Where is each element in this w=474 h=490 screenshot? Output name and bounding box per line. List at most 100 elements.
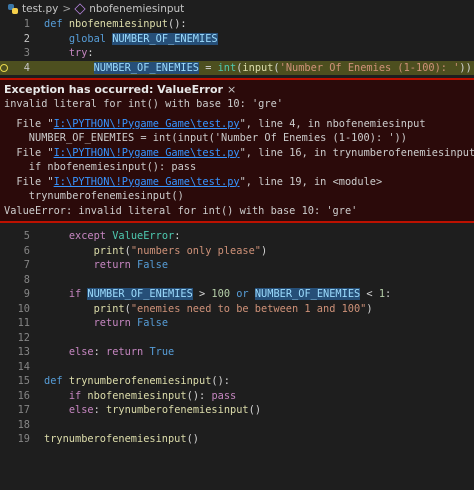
code-line-19[interactable]: 19 trynumberofenemiesinput()	[0, 432, 474, 447]
traceback-code-3: trynumberofenemiesinput()	[4, 190, 184, 202]
code-line-1[interactable]: 1 def nbofenemiesinput():	[0, 17, 474, 32]
exception-widget: Exception has occurred: ValueError × inv…	[0, 78, 474, 223]
breadcrumb-separator: >	[62, 2, 72, 15]
gutter: 16	[0, 389, 44, 404]
builtin-print: print	[93, 244, 125, 257]
builtin-input: input	[242, 61, 274, 74]
class-name: ValueError	[112, 230, 175, 242]
code-line-15[interactable]: 15 def trynumberofenemiesinput():	[0, 374, 474, 389]
line-number: 12	[17, 331, 30, 344]
code-line-3[interactable]: 3 try:	[0, 46, 474, 61]
breadcrumb-symbol[interactable]: nbofenemiesinput	[89, 3, 184, 15]
gutter: 12	[0, 331, 44, 346]
breakpoint-icon[interactable]	[0, 63, 8, 72]
code-line-9[interactable]: 9 if NUMBER_OF_ENEMIES > 100 or NUMBER_O…	[0, 287, 474, 302]
number-literal: 100	[211, 288, 231, 300]
function-name: trynumberofenemiesinput	[68, 375, 212, 387]
gutter: 10	[0, 302, 44, 317]
keyword-or: or	[236, 288, 249, 300]
line-number: 6	[23, 244, 30, 257]
code-line-16[interactable]: 16 if nbofenemiesinput(): pass	[0, 389, 474, 404]
punct: ))	[459, 61, 472, 74]
keyword-global: global	[68, 32, 107, 45]
code-line-5[interactable]: 5 except ValueError:	[0, 229, 474, 244]
punct: :	[174, 230, 181, 242]
punct: ()	[186, 433, 199, 445]
gutter: 5	[0, 229, 44, 244]
exception-title: Exception has occurred: ValueError	[4, 83, 223, 96]
traceback-code-2: if nbofenemiesinput(): pass	[4, 161, 197, 173]
code-line-10[interactable]: 10 print("enemies need to be between 1 a…	[0, 302, 474, 317]
function-call: trynumberofenemiesinput	[106, 404, 249, 416]
code-line-13[interactable]: 13 else: return True	[0, 345, 474, 360]
code-line-2[interactable]: 2 global NUMBER_OF_ENEMIES	[0, 32, 474, 47]
line-number: 14	[17, 360, 30, 373]
line-number: 10	[17, 302, 30, 315]
constant: False	[137, 317, 169, 329]
operator: >	[192, 288, 212, 300]
traceback-code-1: NUMBER_OF_ENEMIES = int(input('Number Of…	[4, 132, 407, 144]
traceback-file-link[interactable]: I:\PYTHON\!Pygame Game\test.py	[54, 176, 240, 188]
code-line-4-exception[interactable]: 4 NUMBER_OF_ENEMIES = int(input('Number …	[0, 60, 474, 76]
code-line-18[interactable]: 18	[0, 418, 474, 433]
code-line-6[interactable]: 6 print("numbers only please")	[0, 244, 474, 259]
keyword-if: if	[68, 288, 82, 300]
assign: =	[199, 61, 218, 74]
editor[interactable]: 1 def nbofenemiesinput(): 2 global NUMBE…	[0, 17, 474, 447]
gutter: 1	[0, 17, 44, 32]
keyword-except: except	[68, 230, 107, 242]
traceback-file-link[interactable]: I:\PYTHON\!Pygame Game\test.py	[54, 118, 240, 130]
keyword-return: return	[93, 317, 131, 329]
function-symbol-icon	[74, 2, 86, 15]
code-line-14[interactable]: 14	[0, 360, 474, 375]
gutter: 2	[0, 32, 44, 47]
punct: :	[87, 47, 94, 59]
line-number: 9	[23, 288, 30, 300]
code-line-17[interactable]: 17 else: trynumberofenemiesinput()	[0, 403, 474, 418]
function-name: nbofenemiesinput	[68, 18, 169, 30]
traceback-frame-3: File "I:\PYTHON\!Pygame Game\test.py", l…	[4, 175, 383, 188]
punct: :	[93, 404, 107, 416]
close-icon[interactable]: ×	[227, 82, 236, 97]
exception-message: invalid literal for int() with base 10: …	[4, 98, 283, 110]
function-call: nbofenemiesinput	[87, 389, 187, 402]
code-line-7[interactable]: 7 return False	[0, 258, 474, 273]
gutter: 18	[0, 418, 44, 433]
exception-title-row: Exception has occurred: ValueError ×	[4, 82, 470, 97]
constant: False	[137, 259, 169, 271]
keyword-try: try	[68, 47, 88, 59]
punct: :	[385, 288, 392, 300]
gutter: 15	[0, 374, 44, 389]
function-call: trynumberofenemiesinput	[44, 433, 187, 445]
code-line-11[interactable]: 11 return False	[0, 316, 474, 331]
python-file-icon	[8, 3, 18, 14]
gutter: 13	[0, 345, 44, 360]
line-number: 19	[17, 433, 30, 445]
gutter: 4	[0, 61, 44, 76]
string-literal: 'Number Of Enemies (1-100): '	[279, 61, 460, 74]
keyword-pass: pass	[211, 389, 237, 402]
punct: ()	[248, 404, 262, 416]
variable-highlighted: NUMBER_OF_ENEMIES	[87, 288, 193, 300]
line-number: 8	[23, 273, 30, 286]
string-literal: "enemies need to be between 1 and 100"	[130, 302, 367, 315]
line-number: 4	[23, 61, 30, 74]
gutter: 6	[0, 244, 44, 259]
line-number: 1	[23, 18, 30, 30]
traceback-frame-2: File "I:\PYTHON\!Pygame Game\test.py", l…	[4, 146, 474, 159]
variable-highlighted: NUMBER_OF_ENEMIES	[254, 288, 361, 300]
gutter: 14	[0, 360, 44, 375]
keyword-def: def	[44, 375, 63, 387]
traceback-file-link[interactable]: I:\PYTHON\!Pygame Game\test.py	[54, 147, 240, 159]
variable-highlighted: NUMBER_OF_ENEMIES	[112, 32, 218, 45]
line-number: 18	[17, 418, 30, 431]
breadcrumb-file[interactable]: test.py	[22, 3, 58, 15]
punct: )	[261, 244, 268, 257]
line-number: 5	[23, 230, 30, 242]
line-number: 2	[23, 32, 30, 45]
code-line-8[interactable]: 8	[0, 273, 474, 288]
line-number: 11	[17, 317, 30, 329]
line-number: 7	[23, 259, 30, 271]
constant: True	[149, 346, 175, 358]
code-line-12[interactable]: 12	[0, 331, 474, 346]
